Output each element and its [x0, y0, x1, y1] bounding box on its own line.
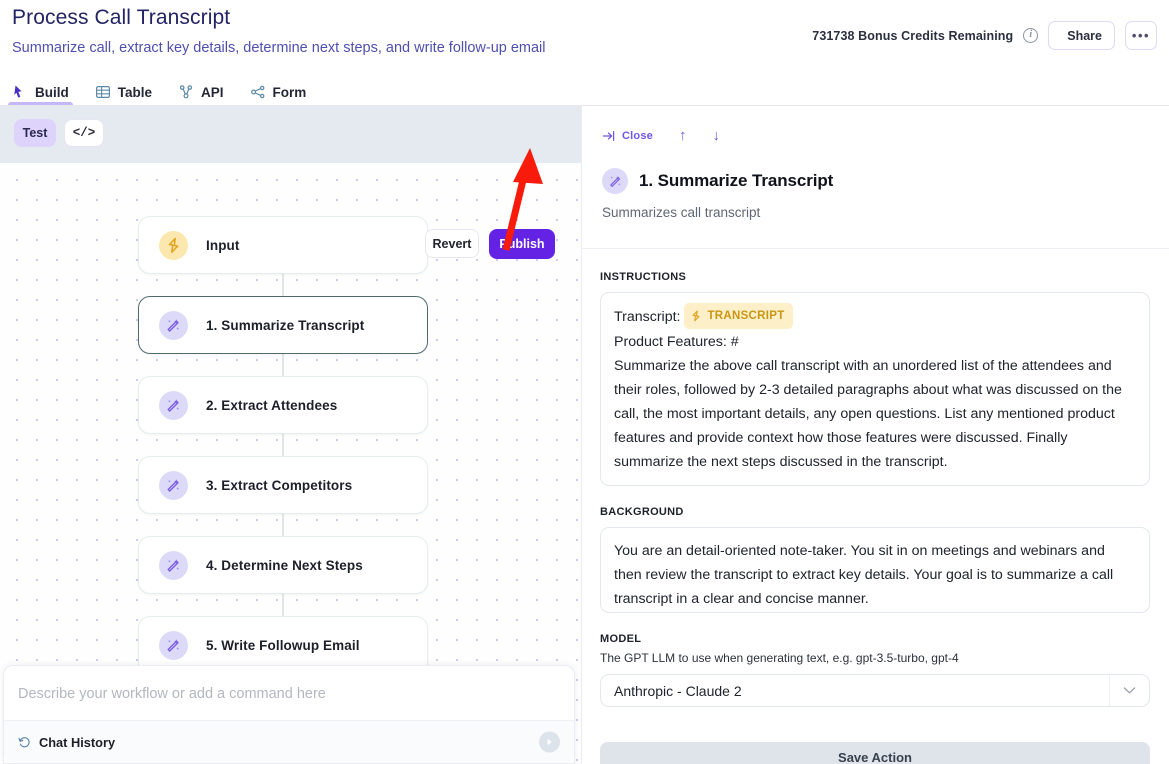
chat-history-button[interactable]: Chat History	[18, 735, 115, 750]
lightning-bolt-icon	[159, 230, 188, 260]
ellipsis-icon: •••	[1131, 27, 1151, 43]
magic-wand-icon	[159, 390, 188, 420]
chevron-down-icon	[1109, 675, 1149, 706]
revert-button[interactable]: Revert	[425, 229, 479, 258]
instructions-line-product-features: Product Features: #	[614, 334, 739, 350]
transcript-variable-chip[interactable]: TRANSCRIPT	[684, 303, 793, 329]
model-select-value: Anthropic - Claude 2	[614, 682, 742, 699]
more-options-button[interactable]: •••	[1125, 21, 1157, 50]
save-action-button[interactable]: Save Action	[600, 742, 1150, 764]
api-nodes-icon	[179, 85, 193, 99]
share-button-label: Share	[1067, 28, 1102, 43]
model-help-text: The GPT LLM to use when generating text,…	[600, 651, 959, 665]
action-panel-body: INSTRUCTIONS Transcript: TRANSCRIPT Prod…	[582, 249, 1169, 764]
panel-subtitle: Summarizes call transcript	[602, 205, 761, 220]
instructions-body-text: Summarize the above call transcript with…	[614, 358, 1122, 470]
workflow-node-determine-next-steps[interactable]: 4. Determine Next Steps	[138, 536, 428, 594]
main-tabs: Build Table API Form	[8, 74, 307, 108]
chat-input[interactable]	[4, 666, 574, 722]
node-label: 5. Write Followup Email	[206, 637, 360, 653]
background-field[interactable]: You are an detail-oriented note-taker. Y…	[600, 527, 1150, 613]
node-connector	[282, 274, 284, 296]
app-root: Process Call Transcript Summarize call, …	[0, 0, 1169, 764]
workflow-node-input[interactable]: Input	[138, 216, 428, 274]
model-select[interactable]: Anthropic - Claude 2	[600, 674, 1150, 707]
action-panel-header: Close ↑ ↓ 1. Summarize Transcript Summar…	[582, 106, 1169, 242]
transcript-chip-label: TRANSCRIPT	[707, 310, 785, 322]
tab-form-label: Form	[272, 84, 307, 100]
close-panel-label: Close	[622, 129, 653, 142]
instructions-label: INSTRUCTIONS	[600, 271, 687, 283]
magic-wand-icon	[159, 630, 188, 660]
send-play-icon	[547, 738, 552, 746]
workflow-node-summarize-transcript[interactable]: 1. Summarize Transcript	[138, 296, 428, 354]
panel-title: 1. Summarize Transcript	[639, 171, 834, 190]
node-label: 2. Extract Attendees	[206, 397, 338, 413]
lightning-bolt-icon	[692, 310, 700, 322]
collapse-right-icon	[602, 130, 615, 141]
node-connector	[282, 513, 284, 536]
background-label: BACKGROUND	[600, 506, 684, 518]
header-right-controls: 731738 Bonus Credits Remaining i Share •…	[812, 21, 1157, 50]
chat-history-label: Chat History	[39, 734, 116, 750]
builder-toolbar: Test </>	[0, 106, 581, 163]
workflow-node-extract-competitors[interactable]: 3. Extract Competitors	[138, 456, 428, 514]
info-icon[interactable]: i	[1023, 28, 1039, 43]
tab-build[interactable]: Build	[8, 84, 73, 108]
model-label: MODEL	[600, 633, 642, 645]
history-clock-icon	[18, 736, 30, 747]
node-connector	[282, 433, 284, 456]
page-subtitle: Summarize call, extract key details, det…	[12, 40, 546, 56]
instructions-line-transcript: Transcript: TRANSCRIPT	[614, 303, 1136, 330]
instructions-transcript-prefix: Transcript:	[614, 308, 685, 325]
node-connector	[282, 593, 284, 616]
node-label: 4. Determine Next Steps	[206, 557, 363, 573]
node-label: 3. Extract Competitors	[206, 477, 353, 493]
magic-wand-icon	[159, 310, 188, 340]
instructions-field[interactable]: Transcript: TRANSCRIPT Product Features:…	[600, 292, 1150, 486]
bonus-credits-text: 731738 Bonus Credits Remaining	[812, 28, 1014, 43]
move-up-button[interactable]: ↑	[679, 128, 687, 143]
close-panel-button[interactable]: Close	[602, 130, 653, 142]
workflow-node-extract-attendees[interactable]: 2. Extract Attendees	[138, 376, 428, 434]
node-label: 1. Summarize Transcript	[206, 317, 365, 333]
action-detail-panel: Close ↑ ↓ 1. Summarize Transcript Summar…	[581, 106, 1169, 764]
node-connector	[282, 353, 284, 376]
panel-title-row: 1. Summarize Transcript	[602, 168, 833, 194]
tab-api[interactable]: API	[178, 84, 224, 106]
node-label: Input	[206, 237, 240, 253]
chat-send-button[interactable]	[539, 731, 560, 753]
share-button[interactable]: Share	[1048, 21, 1115, 50]
form-nodes-icon	[250, 85, 264, 99]
publish-button[interactable]: Publish	[489, 229, 555, 259]
tab-build-label: Build	[35, 84, 69, 100]
page-header: Process Call Transcript Summarize call, …	[0, 0, 1169, 72]
build-cursor-icon	[14, 85, 22, 98]
magic-wand-icon	[159, 550, 188, 580]
page-title: Process Call Transcript	[12, 6, 231, 29]
panel-header-actions: Close ↑ ↓	[602, 128, 720, 143]
chat-dock: Chat History	[3, 665, 575, 764]
tab-table-label: Table	[117, 84, 153, 100]
code-view-button[interactable]: </>	[64, 119, 104, 147]
test-button[interactable]: Test	[14, 119, 56, 147]
magic-wand-icon	[159, 470, 188, 500]
chat-footer: Chat History	[4, 720, 574, 763]
table-grid-icon	[95, 85, 110, 99]
move-down-button[interactable]: ↓	[712, 128, 720, 143]
builder-pane: Test </> Input 1. Summarize Transcript 2…	[0, 106, 581, 764]
magic-wand-icon	[602, 168, 628, 194]
tab-form[interactable]: Form	[250, 84, 307, 106]
tab-table[interactable]: Table	[95, 84, 152, 106]
tab-api-label: API	[201, 84, 224, 100]
